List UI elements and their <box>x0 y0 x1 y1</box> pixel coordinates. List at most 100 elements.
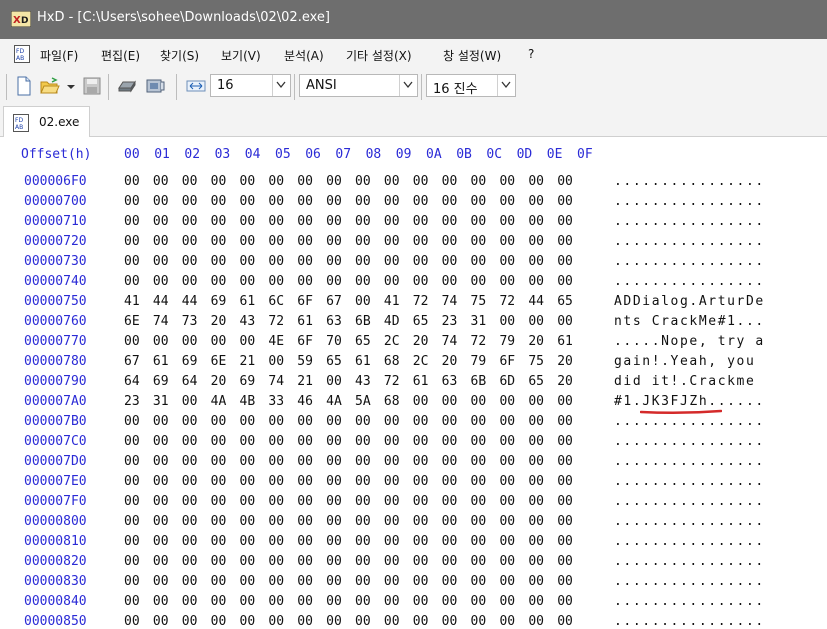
ram-icon[interactable] <box>145 76 165 96</box>
save-icon[interactable] <box>82 76 102 96</box>
row-bytes[interactable]: 00 00 00 00 00 00 00 00 00 00 00 00 00 0… <box>124 554 573 569</box>
menu-analysis[interactable]: 분석(A) <box>284 47 324 64</box>
row-ascii[interactable]: ................ <box>614 414 765 429</box>
menu-search[interactable]: 찾기(S) <box>160 47 199 64</box>
row-offset: 00000790 <box>24 374 87 389</box>
chevron-down-icon[interactable] <box>66 83 76 91</box>
row-bytes[interactable]: 00 00 00 00 00 00 00 00 00 00 00 00 00 0… <box>124 194 573 209</box>
row-bytes[interactable]: 64 69 64 20 69 74 21 00 43 72 61 63 6B 6… <box>124 374 573 389</box>
row-bytes[interactable]: 00 00 00 00 00 00 00 00 00 00 00 00 00 0… <box>124 414 573 429</box>
row-ascii[interactable]: ................ <box>614 214 765 229</box>
row-bytes[interactable]: 00 00 00 00 00 00 00 00 00 00 00 00 00 0… <box>124 174 573 189</box>
row-bytes[interactable]: 6E 74 73 20 43 72 61 63 6B 4D 65 23 31 0… <box>124 314 573 329</box>
row-ascii[interactable]: ................ <box>614 594 765 609</box>
row-ascii[interactable]: ................ <box>614 234 765 249</box>
hxd-logo-icon: X D <box>11 11 31 27</box>
row-ascii[interactable]: #1.JK3FJZh...... <box>614 394 765 409</box>
row-bytes[interactable]: 67 61 69 6E 21 00 59 65 61 68 2C 20 79 6… <box>124 354 573 369</box>
row-ascii[interactable]: ................ <box>614 274 765 289</box>
row-ascii[interactable]: nts CrackMe#1... <box>614 314 765 329</box>
row-bytes[interactable]: 41 44 44 69 61 6C 6F 67 00 41 72 74 75 7… <box>124 294 573 309</box>
dropdown-arrow[interactable] <box>272 75 290 96</box>
menu-window[interactable]: 창 설정(W) <box>443 47 501 64</box>
dropdown-arrow[interactable] <box>399 75 417 96</box>
row-ascii[interactable]: ................ <box>614 534 765 549</box>
chevron-down-icon <box>276 81 286 89</box>
red-underline-annotation <box>640 409 722 415</box>
file-icon: FD AB <box>14 45 30 63</box>
column-header-cell: 0C <box>486 147 503 162</box>
row-bytes[interactable]: 00 00 00 00 00 00 00 00 00 00 00 00 00 0… <box>124 574 573 589</box>
toolbar-separator <box>421 74 422 100</box>
row-bytes[interactable]: 00 00 00 00 00 00 00 00 00 00 00 00 00 0… <box>124 254 573 269</box>
row-ascii[interactable]: gain!.Yeah, you <box>614 354 765 369</box>
charset-combo[interactable]: ANSI <box>299 74 418 97</box>
row-offset: 00000750 <box>24 294 87 309</box>
row-bytes[interactable]: 00 00 00 00 00 00 00 00 00 00 00 00 00 0… <box>124 434 573 449</box>
new-file-icon[interactable] <box>14 76 34 96</box>
row-ascii[interactable]: ................ <box>614 474 765 489</box>
row-ascii[interactable]: ................ <box>614 574 765 589</box>
menu-file[interactable]: 파일(F) <box>40 47 78 64</box>
row-bytes[interactable]: 00 00 00 00 00 00 00 00 00 00 00 00 00 0… <box>124 454 573 469</box>
svg-text:X: X <box>13 15 21 26</box>
row-offset: 00000740 <box>24 274 87 289</box>
row-offset: 00000800 <box>24 514 87 529</box>
svg-text:AB: AB <box>15 124 23 131</box>
toolbar-grip <box>6 74 7 100</box>
row-ascii[interactable]: ................ <box>614 454 765 469</box>
row-offset: 00000780 <box>24 354 87 369</box>
row-offset: 00000820 <box>24 554 87 569</box>
column-header-cell: 0B <box>456 147 472 162</box>
column-header-cell: 07 <box>335 147 352 162</box>
row-bytes[interactable]: 00 00 00 00 00 00 00 00 00 00 00 00 00 0… <box>124 234 573 249</box>
row-bytes[interactable]: 00 00 00 00 00 00 00 00 00 00 00 00 00 0… <box>124 594 573 609</box>
disk-icon[interactable] <box>117 76 137 96</box>
row-ascii[interactable]: ................ <box>614 514 765 529</box>
row-ascii[interactable]: ................ <box>614 254 765 269</box>
hex-editor[interactable]: Offset(h) 00 01 02 03 04 05 06 07 08 09 0A 0B 0C 0D 0E… <box>0 137 827 629</box>
tab-02-exe[interactable]: FD AB 02.exe <box>3 106 90 137</box>
row-ascii[interactable]: ................ <box>614 174 765 189</box>
row-ascii[interactable]: .....Nope, try a <box>614 334 765 349</box>
menu-help[interactable]: ? <box>528 47 534 61</box>
chevron-down-icon <box>403 81 413 89</box>
toolbar: 16 ANSI 16 진수 <box>0 69 827 105</box>
row-ascii[interactable]: ................ <box>614 554 765 569</box>
row-ascii[interactable]: ................ <box>614 494 765 509</box>
bytes-per-row-combo[interactable]: 16 <box>210 74 291 97</box>
column-header-cell: 00 <box>124 147 140 162</box>
menu-bar: FD AB 파일(F) 편집(E) 찾기(S) 보기(V) 분석(A) 기타 설… <box>0 39 827 69</box>
open-file-icon[interactable] <box>40 76 60 96</box>
offset-base-combo[interactable]: 16 진수 <box>426 74 516 97</box>
row-bytes[interactable]: 00 00 00 00 00 4E 6F 70 65 2C 20 74 72 7… <box>124 334 573 349</box>
row-bytes[interactable]: 00 00 00 00 00 00 00 00 00 00 00 00 00 0… <box>124 274 573 289</box>
row-ascii[interactable]: did it!.Crackme <box>614 374 765 389</box>
menu-view[interactable]: 보기(V) <box>221 47 261 64</box>
toolbar-separator <box>176 74 177 100</box>
column-header-cell: 09 <box>395 147 412 162</box>
menu-edit[interactable]: 편집(E) <box>101 47 140 64</box>
row-bytes[interactable]: 23 31 00 4A 4B 33 46 4A 5A 68 00 00 00 0… <box>124 394 573 409</box>
row-bytes[interactable]: 00 00 00 00 00 00 00 00 00 00 00 00 00 0… <box>124 214 573 229</box>
chevron-down-icon <box>501 81 511 89</box>
column-header-cell: 02 <box>184 147 201 162</box>
dropdown-arrow[interactable] <box>497 75 515 96</box>
row-bytes[interactable]: 00 00 00 00 00 00 00 00 00 00 00 00 00 0… <box>124 514 573 529</box>
column-header-cell: 03 <box>214 147 231 162</box>
row-offset: 00000730 <box>24 254 87 269</box>
row-bytes[interactable]: 00 00 00 00 00 00 00 00 00 00 00 00 00 0… <box>124 474 573 489</box>
row-offset: 00000810 <box>24 534 87 549</box>
row-ascii[interactable]: ................ <box>614 194 765 209</box>
row-offset: 000007B0 <box>24 414 87 429</box>
menu-extras[interactable]: 기타 설정(X) <box>346 47 412 64</box>
row-ascii[interactable]: ................ <box>614 434 765 449</box>
row-bytes[interactable]: 00 00 00 00 00 00 00 00 00 00 00 00 00 0… <box>124 494 573 509</box>
row-ascii[interactable]: ADDialog.ArturDe <box>614 294 765 309</box>
window-title: HxD - [C:\Users\sohee\Downloads\02\02.ex… <box>37 10 330 25</box>
row-bytes[interactable]: 00 00 00 00 00 00 00 00 00 00 00 00 00 0… <box>124 534 573 549</box>
charset-value: ANSI <box>306 78 337 93</box>
column-header-cell: 04 <box>244 147 261 162</box>
column-header-cell: 06 <box>305 147 321 162</box>
row-offset: 00000770 <box>24 334 87 349</box>
